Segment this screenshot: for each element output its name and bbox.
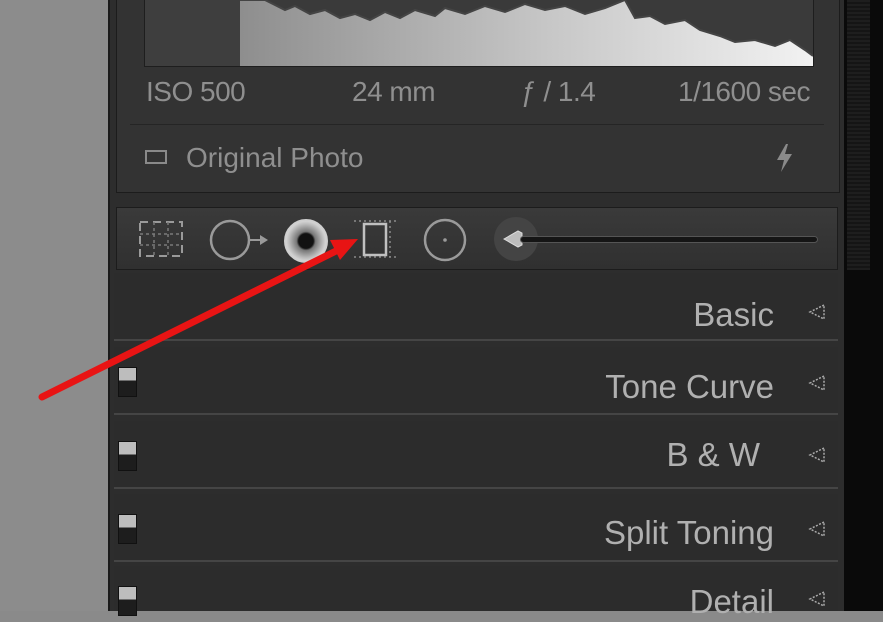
collapse-triangle-icon[interactable] bbox=[806, 374, 826, 392]
histogram-graph[interactable] bbox=[144, 0, 814, 67]
graduated-rectangle-icon[interactable] bbox=[352, 216, 398, 262]
brush-size-slider[interactable] bbox=[520, 236, 818, 243]
panel-title-tone-curve: Tone Curve bbox=[605, 368, 774, 405]
panel-toggle-switch[interactable] bbox=[118, 441, 137, 471]
rectangle-outline-icon[interactable] bbox=[145, 150, 167, 164]
panel-toggle-switch[interactable] bbox=[118, 586, 137, 616]
collapse-triangle-icon[interactable] bbox=[806, 303, 826, 321]
crop-grid-icon[interactable] bbox=[136, 218, 186, 260]
collapse-triangle-icon[interactable] bbox=[806, 446, 826, 464]
collapse-triangle-icon[interactable] bbox=[806, 520, 826, 538]
panel-toggle-switch[interactable] bbox=[118, 514, 137, 544]
panel-title-bw: B & W bbox=[666, 436, 760, 473]
panel-detail[interactable]: Detail bbox=[114, 566, 838, 620]
aperture-value: ƒ / 1.4 bbox=[521, 76, 596, 107]
panel-scrollbar[interactable] bbox=[847, 0, 870, 270]
shutter-speed-value: 1/1600 sec bbox=[678, 76, 811, 107]
panel-title-basic: Basic bbox=[693, 296, 774, 333]
histogram-divider bbox=[130, 124, 824, 125]
panel-toggle-switch[interactable] bbox=[118, 367, 137, 397]
left-background bbox=[0, 0, 108, 611]
panel-bw[interactable]: B & W bbox=[114, 421, 838, 489]
radial-circle-icon[interactable] bbox=[422, 217, 468, 263]
panel-basic[interactable]: Basic bbox=[114, 273, 838, 341]
panel-tone-curve[interactable]: Tone Curve bbox=[114, 347, 838, 415]
panel-title-split-toning: Split Toning bbox=[603, 514, 774, 551]
panel-title-detail: Detail bbox=[689, 583, 774, 620]
collapse-triangle-icon[interactable] bbox=[806, 590, 826, 608]
focal-length-value: 24 mm bbox=[352, 76, 436, 107]
lightning-bolt-icon bbox=[777, 144, 792, 172]
original-photo-label: Original Photo bbox=[186, 142, 364, 173]
iso-value: ISO 500 bbox=[146, 76, 246, 107]
eye-icon[interactable] bbox=[282, 217, 330, 265]
circle-arrow-icon[interactable] bbox=[208, 217, 270, 263]
panel-split-toning[interactable]: Split Toning bbox=[114, 494, 838, 562]
